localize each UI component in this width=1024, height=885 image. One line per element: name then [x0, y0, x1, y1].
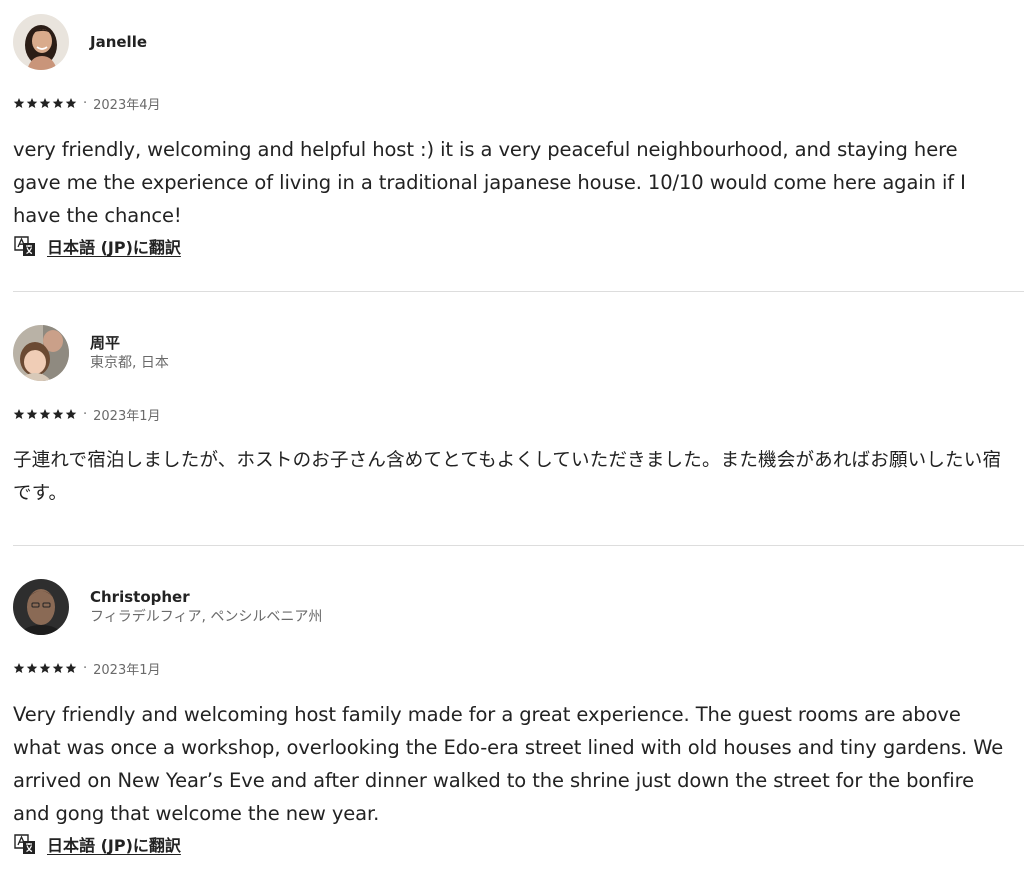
star-icon	[52, 663, 64, 673]
reviewer-info: 周平 東京都, 日本	[90, 333, 169, 373]
star-icon	[52, 98, 64, 108]
star-icon	[26, 663, 38, 673]
review-meta: · 2023年4月	[13, 93, 1004, 113]
translate-row: 日本語 (JP)に翻訳	[13, 233, 1004, 259]
star-icon	[39, 663, 51, 673]
avatar[interactable]	[13, 579, 69, 635]
review-comment: Very friendly and welcoming host family …	[13, 703, 1004, 825]
star-rating	[13, 408, 77, 420]
review-date: 2023年4月	[93, 97, 161, 113]
star-icon	[65, 98, 77, 108]
review-comment: very friendly, welcoming and helpful hos…	[13, 138, 966, 227]
reviewer-header: Janelle	[13, 14, 1004, 70]
translate-icon	[14, 834, 35, 854]
review-meta: · 2023年1月	[13, 404, 1004, 424]
separator-dot: ·	[83, 406, 88, 422]
translate-link[interactable]: 日本語 (JP)に翻訳	[47, 234, 181, 258]
reviewer-info: Christopher フィラデルフィア, ペンシルベニア州	[90, 587, 322, 627]
star-icon	[65, 663, 77, 673]
reviews-list: Janelle · 2023年4月 very friendly, welcomi…	[0, 0, 1024, 857]
reviewer-name: 周平	[90, 334, 121, 352]
star-rating	[13, 662, 77, 674]
review-date: 2023年1月	[93, 408, 161, 424]
reviewer-header: Christopher フィラデルフィア, ペンシルベニア州	[13, 579, 1004, 635]
review-date: 2023年1月	[93, 662, 161, 678]
review-comment: 子連れで宿泊しましたが、ホストのお子さん含めてとてもよくしていただきました。また…	[13, 450, 1002, 504]
translate-link[interactable]: 日本語 (JP)に翻訳	[47, 832, 181, 856]
review-item: Janelle · 2023年4月 very friendly, welcomi…	[0, 0, 1024, 259]
reviewer-info: Janelle	[90, 32, 147, 52]
star-icon	[26, 409, 38, 419]
reviewer-header: 周平 東京都, 日本	[13, 325, 1004, 381]
star-icon	[13, 663, 25, 673]
separator-dot: ·	[83, 660, 88, 676]
translate-icon	[14, 236, 35, 256]
star-rating	[13, 97, 77, 109]
reviewer-name: Christopher	[90, 588, 190, 606]
avatar[interactable]	[13, 325, 69, 381]
star-icon	[39, 98, 51, 108]
reviewer-location: 東京都, 日本	[90, 355, 169, 371]
star-icon	[39, 409, 51, 419]
review-meta: · 2023年1月	[13, 658, 1004, 678]
star-icon	[26, 98, 38, 108]
reviewer-location: フィラデルフィア, ペンシルベニア州	[90, 609, 323, 625]
star-icon	[52, 409, 64, 419]
reviewer-name: Janelle	[90, 33, 148, 51]
avatar[interactable]	[13, 14, 69, 70]
star-icon	[13, 409, 25, 419]
review-item: 周平 東京都, 日本 · 2023年1月 子連れで宿泊しましたが、ホストのお子さ…	[0, 292, 1024, 510]
separator-dot: ·	[83, 95, 88, 111]
star-icon	[13, 98, 25, 108]
star-icon	[65, 409, 77, 419]
review-item: Christopher フィラデルフィア, ペンシルベニア州 · 2023年1月…	[0, 546, 1024, 857]
translate-row: 日本語 (JP)に翻訳	[13, 831, 1004, 857]
